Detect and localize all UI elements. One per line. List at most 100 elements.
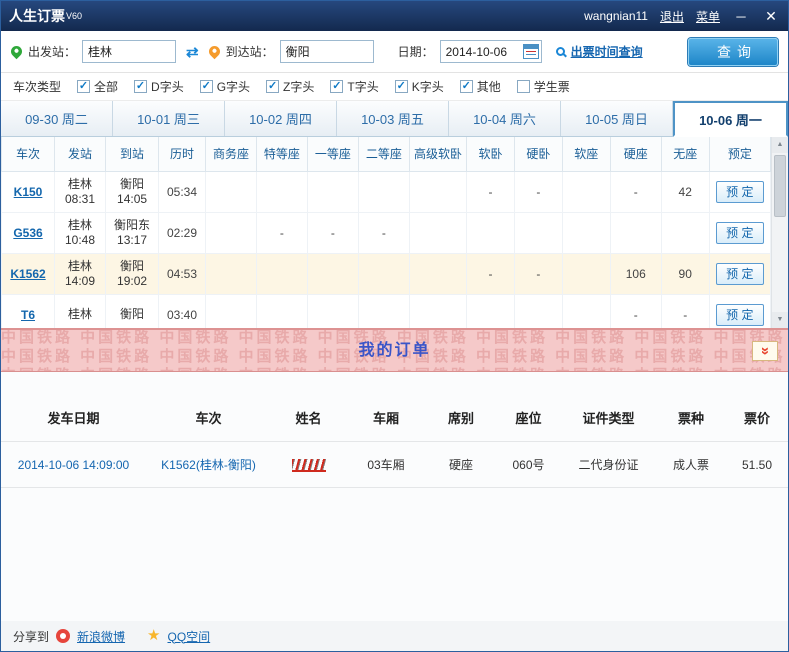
calendar-icon[interactable] [522,44,539,59]
filter-option[interactable]: K字头 [394,78,444,95]
date-tab[interactable]: 10-01 周三 [113,101,225,136]
train-number-link[interactable]: G536 [13,226,42,240]
search-icon [555,47,565,56]
titlebar: 人生订票 V60 wangnian11 退出 菜单 [1,1,788,31]
qzone-share-link[interactable]: QQ空间 [167,628,210,645]
duration-cell: 05:34 [158,170,206,213]
order-carriage: 03车厢 [346,441,426,488]
train-row: T6 桂林 衡阳 03:40- - 预 定 [1,293,772,328]
app-version: V60 [66,11,83,21]
seat-availability-cell [561,252,611,295]
filter-option-label: D字头 [151,80,184,94]
filter-option-label: G字头 [216,80,251,94]
filter-option[interactable]: G字头 [199,78,251,95]
seat-availability-cell: - [306,211,359,254]
checkbox-icon[interactable] [330,80,344,93]
search-bar: 出发站： 到达站： 日期： 出票时间查询 查询 [1,31,788,73]
train-number-link[interactable]: K1562 [10,267,45,281]
duration-cell: 04:53 [158,252,206,295]
book-button[interactable]: 预 定 [715,303,764,326]
checkbox-icon[interactable] [266,80,280,93]
checkbox-icon[interactable] [394,80,408,93]
footer: 分享到 新浪微博 QQ空间 [1,621,788,651]
filter-option-label: K字头 [411,80,444,94]
seat-availability-cell: - [609,170,662,213]
date-tab[interactable]: 10-02 周四 [225,101,337,136]
scrollbar-thumb[interactable] [774,155,786,217]
filter-group-label: 车次类型 [13,80,62,94]
filter-option[interactable]: 全部 [77,78,118,95]
filter-option[interactable]: T字头 [330,78,379,95]
train-row: K150 桂林 08:31 衡阳 14:05 05:34- - -42 预 定 [1,170,772,213]
date-tab[interactable]: 10-03 周五 [337,101,449,136]
book-cell: 预 定 [708,170,772,213]
seat-availability-cell [466,211,515,254]
checkbox-icon[interactable] [459,80,473,93]
orders-banner: 中国铁路 中国铁路 中国铁路 中国铁路 中国铁路 中国铁路 中国铁路 中国铁路 … [1,328,788,372]
train-column-header: 硬座 [609,137,662,172]
weibo-share-link[interactable]: 新浪微博 [77,628,125,645]
seat-availability-cell [255,293,308,328]
book-button[interactable]: 预 定 [715,262,764,285]
checkbox-icon[interactable] [199,80,213,93]
scrollbar[interactable] [771,137,788,328]
seat-availability-cell [255,170,308,213]
seat-availability-cell [204,211,257,254]
date-input[interactable] [440,41,523,62]
to-station-input[interactable] [279,40,374,63]
orders-column-header: 席别 [447,411,474,426]
seat-availability-cell [357,293,410,328]
train-column-header: 硬卧 [513,137,563,172]
checkbox-icon[interactable] [134,80,148,93]
filter-bar: 车次类型 全部 D字头 G字头 Z字头 T字头 K字头 其他 学生票 [1,73,788,101]
scroll-down-icon[interactable] [772,312,788,328]
query-button[interactable]: 查询 [688,37,778,66]
train-column-header: 发站 [54,137,107,172]
filter-option[interactable]: D字头 [134,78,184,95]
filter-options: 全部 D字头 G字头 Z字头 T字头 K字头 其他 学生票 [77,78,570,95]
filter-option-label: 全部 [94,80,119,94]
train-number-link[interactable]: T6 [21,308,35,322]
scroll-up-icon[interactable] [772,137,788,153]
orders-column-header: 座位 [515,411,542,426]
menu-link[interactable]: 菜单 [696,8,720,25]
duration-cell: 03:40 [158,293,206,328]
seat-availability-cell [660,211,710,254]
train-column-header: 软卧 [466,137,515,172]
date-tab-active[interactable]: 10-06 周一 [673,101,788,137]
date-tab[interactable]: 10-05 周日 [561,101,673,136]
train-row: G536 桂林 10:48 衡阳东 13:17 02:29- - - 预 定 [1,211,772,254]
seat-availability-cell: - [255,211,308,254]
filter-option[interactable]: 其他 [459,78,501,95]
train-number-cell: T6 [1,293,56,328]
station-cell: 衡阳 14:05 [105,170,160,213]
filter-option-label: 学生票 [533,80,570,94]
train-column-header: 车次 [1,137,56,172]
filter-option[interactable]: Z字头 [266,78,314,95]
seat-availability-cell [561,293,611,328]
minimize-icon[interactable] [732,9,750,24]
checkbox-icon[interactable] [516,80,530,93]
swap-stations-icon[interactable] [186,43,199,61]
train-number-link[interactable]: K150 [14,185,43,199]
seat-availability-cell [466,293,515,328]
station-cell: 衡阳 19:02 [105,252,160,295]
from-station-input[interactable] [82,40,177,63]
logout-link[interactable]: 退出 [660,8,684,25]
ticket-time-query-link[interactable]: 出票时间查询 [571,43,643,60]
close-icon[interactable] [762,8,780,25]
order-seat-number: 060号 [496,441,561,488]
date-tab[interactable]: 10-04 周六 [449,101,561,136]
date-tab[interactable]: 09-30 周二 [1,101,113,136]
train-table-header-row: 车次 发站 到站 历时 商务座 特等座 一等座 二等座 高级软卧 软卧 硬卧 软座 硬座 无座 预定 [1,137,772,172]
book-button[interactable]: 预 定 [715,221,764,244]
seat-availability-cell [255,252,308,295]
orders-column-header: 姓名 [295,411,322,426]
book-button[interactable]: 预 定 [715,180,764,203]
collapse-orders-button[interactable] [752,341,778,361]
checkbox-icon[interactable] [77,80,91,93]
train-column-header: 一等座 [306,137,359,172]
filter-option[interactable]: 学生票 [516,78,570,95]
orders-column-header: 票种 [677,411,704,426]
train-column-header: 历时 [158,137,206,172]
